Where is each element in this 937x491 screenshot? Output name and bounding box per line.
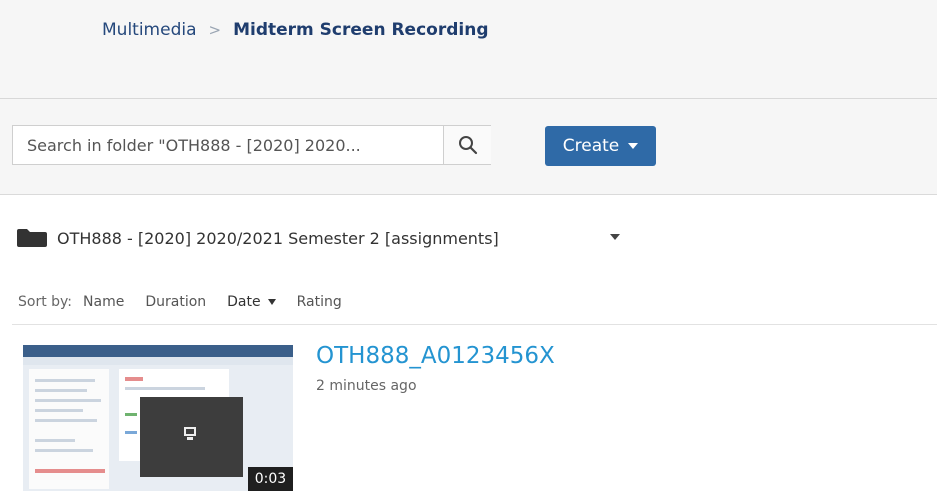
caret-down-icon	[628, 143, 639, 149]
thumbnail-highlight	[125, 377, 143, 381]
thumbnail-line	[35, 409, 83, 412]
video-title-link[interactable]: OTH888_A0123456X	[316, 343, 555, 369]
thumbnail-line	[35, 449, 93, 452]
breadcrumb-parent-link[interactable]: Multimedia	[102, 20, 197, 40]
monitor-stand-icon	[187, 437, 193, 440]
sort-option-date-label: Date	[227, 294, 261, 310]
thumbnail-line	[35, 389, 87, 392]
search-button[interactable]	[443, 126, 491, 164]
sort-desc-icon	[267, 299, 276, 305]
search-box	[12, 125, 491, 165]
create-button[interactable]: Create	[545, 126, 656, 166]
monitor-icon	[184, 427, 196, 436]
breadcrumb: Multimedia > Midterm Screen Recording	[102, 20, 489, 40]
sort-option-rating[interactable]: Rating	[297, 294, 342, 310]
video-timestamp: 2 minutes ago	[316, 378, 417, 394]
breadcrumb-current: Midterm Screen Recording	[233, 20, 489, 40]
folder-selector[interactable]: OTH888 - [2020] 2020/2021 Semester 2 [as…	[16, 224, 499, 252]
search-input[interactable]	[13, 126, 443, 164]
folder-icon	[17, 229, 47, 247]
thumbnail-line	[125, 387, 205, 390]
toolbar-divider	[0, 194, 937, 195]
thumbnail-line	[35, 379, 95, 382]
thumbnail-line	[35, 439, 75, 442]
sort-option-duration[interactable]: Duration	[145, 294, 206, 310]
breadcrumb-separator: >	[208, 21, 222, 39]
search-icon	[458, 136, 477, 155]
folder-name: OTH888 - [2020] 2020/2021 Semester 2 [as…	[57, 228, 499, 248]
sort-option-name[interactable]: Name	[83, 294, 124, 310]
list-divider	[12, 324, 937, 325]
thumbnail-toolbar	[23, 357, 293, 365]
thumbnail-line	[125, 431, 137, 434]
sort-bar: Sort by: Name Duration Date Rating	[18, 294, 363, 310]
video-thumbnail[interactable]: 0:03	[23, 345, 293, 491]
thumbnail-line	[35, 399, 101, 402]
thumbnail-line	[125, 413, 137, 416]
sort-option-date[interactable]: Date	[227, 294, 276, 310]
thumbnail-highlight	[35, 469, 105, 473]
video-duration-badge: 0:03	[248, 467, 293, 491]
thumbnail-line	[35, 419, 97, 422]
thumbnail-browser-bar	[23, 345, 293, 357]
folder-dropdown-caret-icon[interactable]	[610, 234, 620, 240]
page-header	[0, 0, 937, 98]
create-button-label: Create	[562, 136, 620, 156]
sort-label: Sort by:	[18, 294, 73, 310]
